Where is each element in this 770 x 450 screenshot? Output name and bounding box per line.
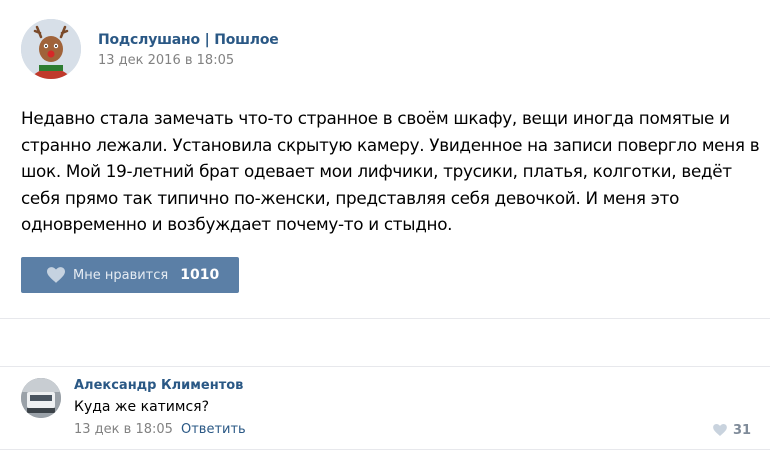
car-photo-icon — [21, 378, 61, 418]
post-author[interactable]: Подслушано | Пошлое — [98, 32, 279, 48]
like-count: 1010 — [180, 267, 220, 283]
post: Подслушано | Пошлое 13 дек 2016 в 18:05 … — [0, 0, 770, 318]
reindeer-avatar-icon — [21, 19, 81, 79]
comment-date[interactable]: 13 дек в 18:05 — [74, 422, 173, 437]
like-label: Мне нравится — [73, 267, 169, 283]
divider — [0, 318, 770, 319]
heart-icon — [713, 424, 727, 436]
community-avatar[interactable] — [21, 19, 81, 79]
reply-link[interactable]: Ответить — [181, 422, 246, 437]
comment-author[interactable]: Александр Климентов — [74, 378, 243, 393]
commenter-avatar[interactable] — [21, 378, 61, 418]
comment: Александр Климентов Куда же катимся? 13 … — [0, 366, 770, 450]
comment-text: Куда же катимся? — [74, 399, 210, 415]
post-date[interactable]: 13 дек 2016 в 18:05 — [98, 53, 234, 68]
like-button[interactable]: Мне нравится 1010 — [21, 257, 239, 293]
heart-icon — [47, 267, 65, 283]
comment-like-button[interactable]: 31 — [713, 422, 751, 438]
comment-like-count: 31 — [733, 422, 752, 438]
post-text: Недавно стала замечать что-то странное в… — [21, 108, 760, 234]
